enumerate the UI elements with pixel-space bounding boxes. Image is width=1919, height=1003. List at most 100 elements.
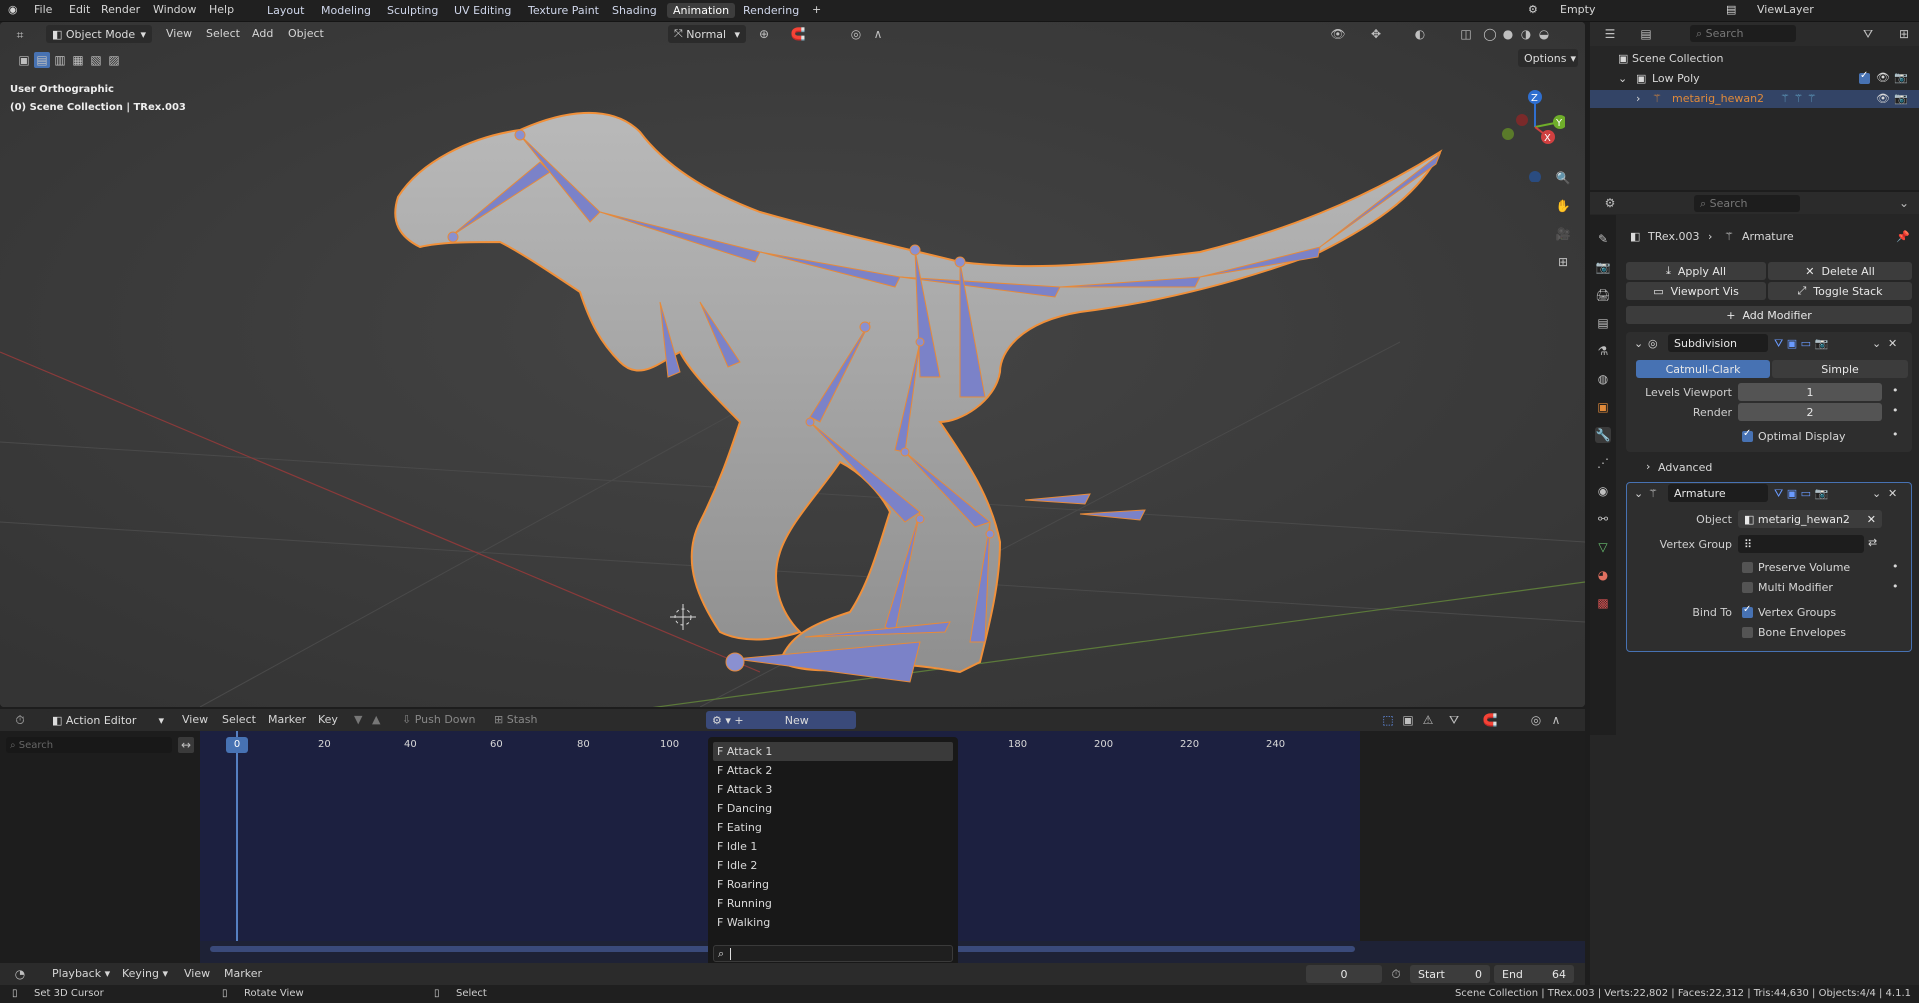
action-item[interactable]: F Attack 2 — [713, 761, 953, 780]
object-item-name[interactable]: metarig_hewan2 — [1672, 92, 1764, 105]
keying-menu[interactable]: Keying ▾ — [122, 967, 168, 980]
wireframe-shading-icon[interactable]: ◯ — [1482, 26, 1498, 42]
chevron-down-icon[interactable]: ⌄ — [1618, 72, 1627, 85]
viewport-menu-select[interactable]: Select — [206, 27, 240, 40]
xray-icon[interactable]: ◫ — [1458, 26, 1474, 42]
remove-modifier-icon[interactable]: ✕ — [1888, 487, 1897, 500]
show-errors-icon[interactable]: ▣ — [1400, 712, 1416, 728]
material-tab-icon[interactable]: ◕ — [1595, 567, 1611, 583]
viewport-vis-button[interactable]: ▭ Viewport Vis — [1626, 282, 1766, 300]
action-item[interactable]: F Dancing — [713, 799, 953, 818]
action-menu-marker[interactable]: Marker — [268, 713, 306, 726]
proportional-edit-icon[interactable]: ◎ — [1528, 712, 1544, 728]
tab-modeling[interactable]: Modeling — [315, 3, 377, 18]
scene-name[interactable]: Empty — [1560, 3, 1595, 16]
action-item[interactable]: F Walking — [713, 913, 953, 932]
arrow-down-icon[interactable]: ▼ — [354, 713, 362, 726]
timeline-menu-marker[interactable]: Marker — [224, 967, 262, 980]
tool-tab-icon[interactable]: ✎ — [1595, 231, 1611, 247]
filter-icon[interactable]: ⛛ — [1446, 712, 1462, 728]
scene-icon[interactable]: ⚙ — [1528, 3, 1538, 16]
menu-help[interactable]: Help — [209, 3, 234, 16]
filter-icon[interactable]: ⛛ — [1860, 26, 1876, 42]
object-tab-icon[interactable]: ▣ — [1595, 399, 1611, 415]
armature-name-field[interactable]: Armature — [1668, 484, 1768, 502]
scene-collection-item[interactable]: Scene Collection — [1632, 52, 1723, 65]
tab-layout[interactable]: Layout — [261, 3, 310, 18]
pose-icon[interactable]: ⚚ ⚚ ⚚ — [1780, 92, 1817, 105]
solid-shading-icon[interactable]: ● — [1500, 26, 1516, 42]
outliner-search-input[interactable]: ⌕ Search — [1690, 25, 1796, 42]
menu-render[interactable]: Render — [101, 3, 140, 16]
camera-icon[interactable]: 📷 — [1894, 71, 1908, 84]
menu-edit[interactable]: Edit — [69, 3, 90, 16]
eye-icon[interactable]: 👁 — [1876, 92, 1890, 105]
vertex-groups-checkbox[interactable] — [1742, 604, 1753, 618]
properties-editor[interactable]: ⚙ ⌕ Search ⌄ ◧ TRex.003 › ⚚ Armature 📌 ⤓… — [1590, 192, 1919, 985]
select-invert-icon[interactable]: ▧ — [88, 52, 104, 68]
overlay-icon[interactable]: ◐ — [1412, 26, 1428, 42]
chevron-right-icon[interactable]: › — [1636, 92, 1640, 105]
camera-icon[interactable]: 🎥 — [1555, 226, 1571, 242]
breadcrumb-object[interactable]: TRex.003 — [1648, 230, 1699, 243]
breadcrumb-modifier[interactable]: Armature — [1742, 230, 1794, 243]
multi-modifier-checkbox[interactable] — [1742, 582, 1753, 593]
timeline-editor-icon[interactable]: ◔ — [12, 966, 28, 982]
view-layer-icon[interactable]: ▤ — [1726, 3, 1736, 16]
editor-type-icon[interactable]: ⏱ — [12, 712, 28, 728]
select-intersect-icon[interactable]: ▨ — [106, 52, 122, 68]
modifier-visibility-icons[interactable]: ⛛ ▣ ▭ 📷 — [1774, 337, 1828, 351]
new-collection-icon[interactable]: ⊞ — [1896, 26, 1912, 42]
properties-editor-icon[interactable]: ⚙ — [1602, 195, 1618, 211]
action-item[interactable]: F Eating — [713, 818, 953, 837]
gizmo-icon[interactable]: ✥ — [1368, 26, 1384, 42]
collection-item[interactable]: Low Poly — [1652, 72, 1700, 85]
proportional-edit-icon[interactable]: ◎ — [848, 26, 864, 42]
vertex-group-field[interactable]: ⠿ — [1738, 535, 1864, 553]
current-frame-marker[interactable]: 0 — [226, 737, 248, 753]
eye-icon[interactable]: 👁 — [1876, 71, 1890, 84]
playhead-line[interactable] — [236, 731, 238, 941]
chevron-down-icon[interactable]: ⌄ — [1896, 195, 1912, 211]
levels-viewport-field[interactable]: 1 — [1738, 383, 1882, 401]
outliner-editor-icon[interactable]: ☰ — [1602, 26, 1618, 42]
snap-icon[interactable]: 🧲 — [1482, 712, 1498, 728]
viewport-menu-add[interactable]: Add — [252, 27, 273, 40]
view-layer-name[interactable]: ViewLayer — [1757, 3, 1814, 16]
3d-viewport[interactable]: ⌗ ◧ Object Mode ▾ View Select Add Object … — [0, 22, 1585, 707]
add-workspace-icon[interactable]: + — [812, 3, 821, 16]
arrow-up-icon[interactable]: ▲ — [372, 713, 380, 726]
falloff-icon[interactable]: ∧ — [870, 26, 886, 42]
tab-uv-editing[interactable]: UV Editing — [448, 3, 517, 18]
select-extend-icon[interactable]: ▥ — [52, 52, 68, 68]
snap-icon[interactable]: 🧲 — [790, 26, 806, 42]
orientation-dropdown[interactable]: ⤧ Normal ▾ — [668, 25, 746, 43]
physics-tab-icon[interactable]: ◉ — [1595, 483, 1611, 499]
outliner[interactable]: ☰ ▤ ⌕ Search ⛛ ⊞ ▣ Scene Collection ⌄ ▣ … — [1590, 22, 1919, 190]
bone-envelopes-checkbox[interactable] — [1742, 627, 1753, 638]
simple-option[interactable]: Simple — [1772, 360, 1908, 378]
menu-file[interactable]: File — [34, 3, 52, 16]
world-tab-icon[interactable]: ◍ — [1595, 371, 1611, 387]
grid-view-icon[interactable]: ⊞ — [1555, 254, 1571, 270]
toggle-stack-button[interactable]: ⤢ Toggle Stack — [1768, 282, 1912, 300]
modifier-visibility-icons[interactable]: ⛛ ▣ ▭ 📷 — [1774, 487, 1828, 501]
optimal-display-checkbox[interactable] — [1742, 428, 1753, 442]
options-button[interactable]: Options ▾ — [1518, 49, 1578, 67]
action-item[interactable]: F Roaring — [713, 875, 953, 894]
tab-animation[interactable]: Animation — [667, 3, 736, 18]
visibility-icon[interactable]: 👁 — [1330, 26, 1346, 42]
catmull-clark-option[interactable]: Catmull-Clark — [1636, 360, 1770, 378]
tab-shading[interactable]: Shading — [606, 3, 663, 18]
modifier-tab-icon[interactable]: 🔧 — [1595, 427, 1611, 443]
menu-window[interactable]: Window — [153, 3, 196, 16]
delete-all-button[interactable]: ✕ Delete All — [1768, 262, 1912, 280]
output-tab-icon[interactable]: 🖨 — [1595, 287, 1611, 303]
chevron-down-icon[interactable]: ⌄ — [1872, 337, 1881, 350]
animate-dot-icon[interactable]: • — [1892, 384, 1899, 397]
chevron-down-icon[interactable]: ⌄ — [1872, 487, 1881, 500]
select-box-icon[interactable]: ▣ — [16, 52, 32, 68]
editor-mode-dropdown[interactable]: ◧ Action Editor ▾ — [46, 711, 170, 729]
remove-modifier-icon[interactable]: ✕ — [1888, 337, 1897, 350]
mode-dropdown[interactable]: ◧ Object Mode ▾ — [46, 25, 152, 43]
